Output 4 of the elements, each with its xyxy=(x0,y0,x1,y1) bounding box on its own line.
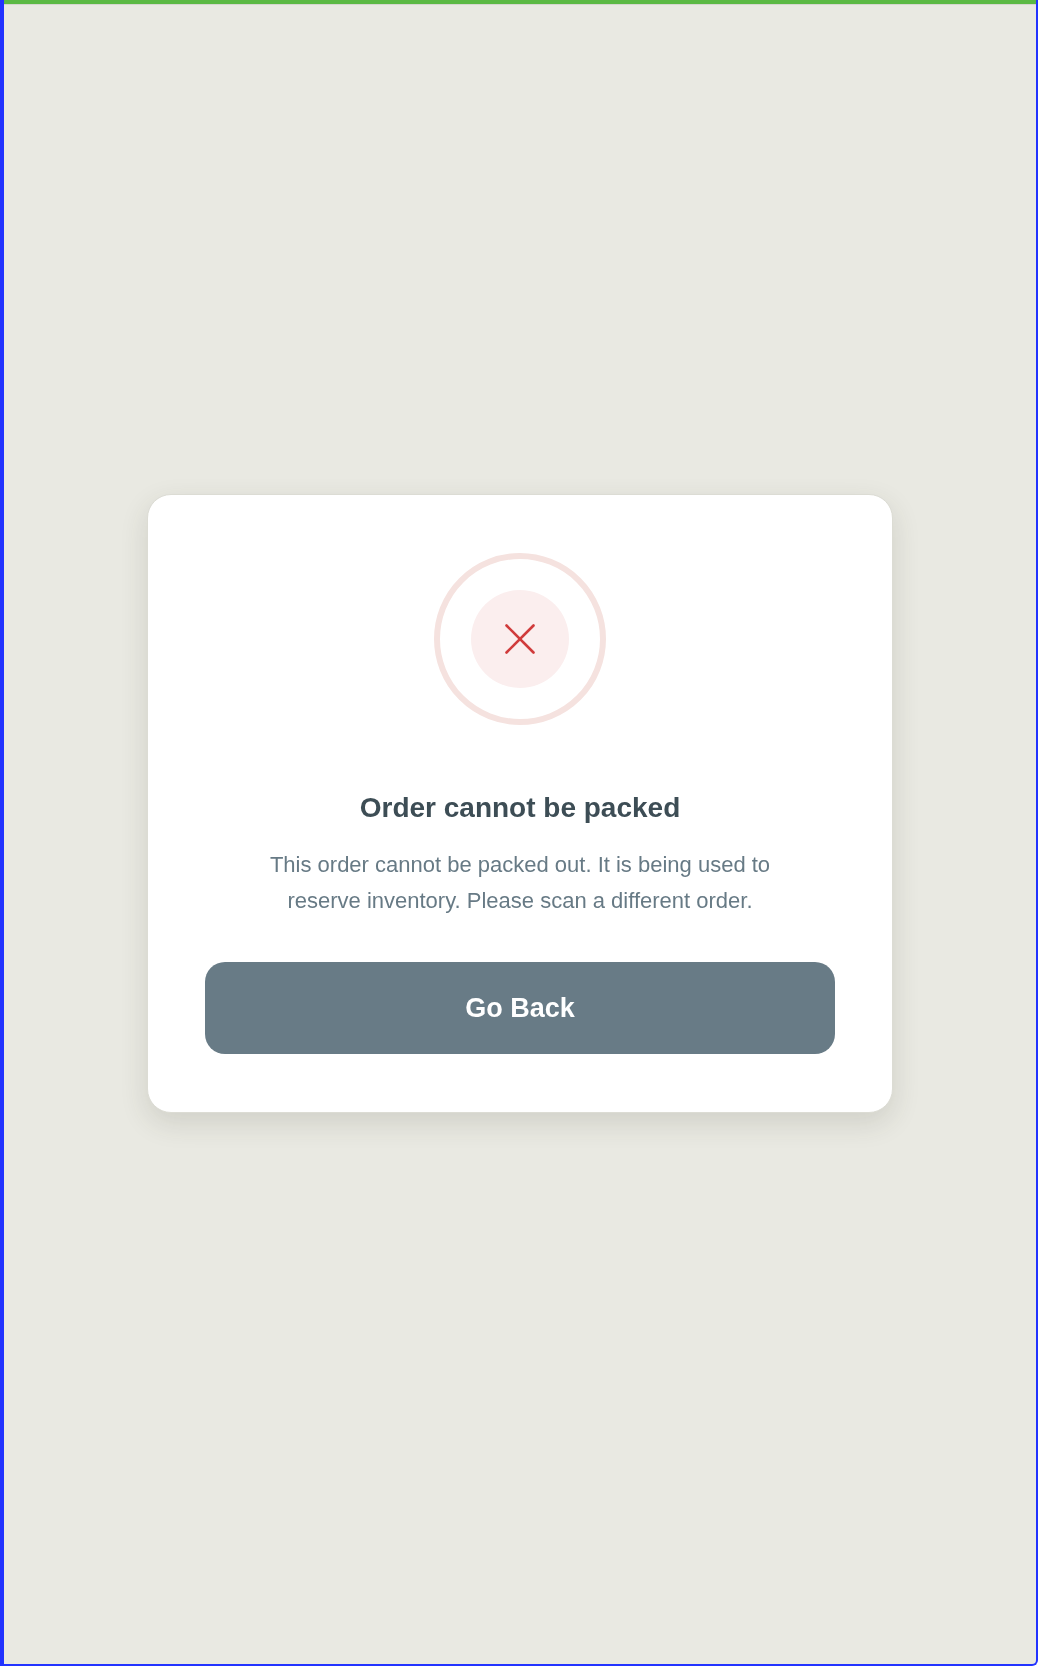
cross-icon xyxy=(434,553,606,725)
go-back-button[interactable]: Go Back xyxy=(205,962,835,1054)
dialog-title: Order cannot be packed xyxy=(359,791,681,825)
dialog-message: This order cannot be packed out. It is being used to reserve inventory. Please scan a different order. xyxy=(268,851,772,915)
